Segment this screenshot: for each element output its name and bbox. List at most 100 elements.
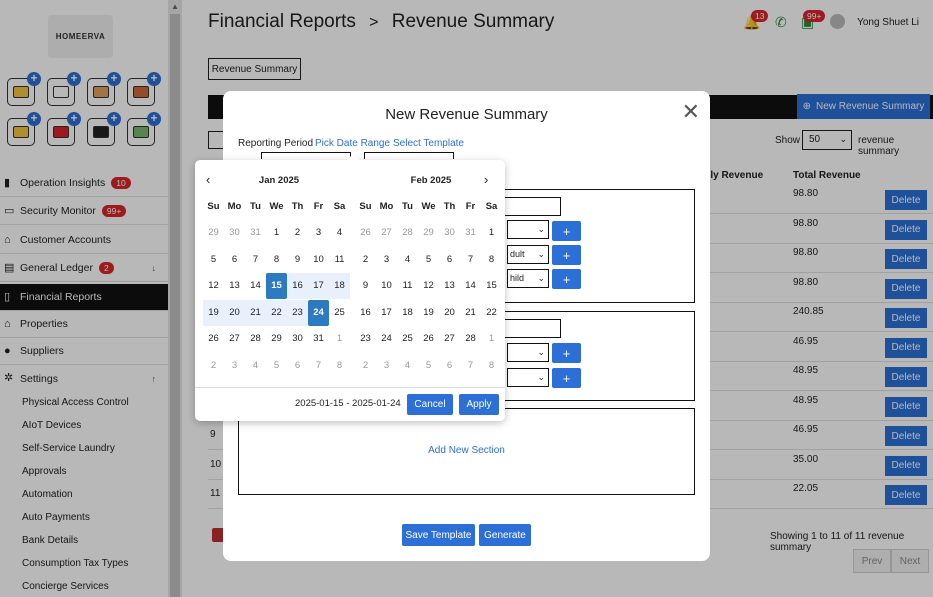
add-item-button[interactable]: + <box>552 343 581 363</box>
calendar-day[interactable]: 26 <box>203 326 224 352</box>
calendar-day[interactable]: 1 <box>266 220 287 246</box>
calendar-day[interactable]: 3 <box>376 353 397 379</box>
calendar-day[interactable]: 12 <box>203 273 224 299</box>
calendar-day[interactable]: 26 <box>418 326 439 352</box>
calendar-day[interactable]: 7 <box>245 247 266 273</box>
generate-button[interactable]: Generate <box>479 524 531 546</box>
calendar-day[interactable]: 8 <box>481 353 502 379</box>
item-select[interactable]: dult ⌄ <box>507 245 549 264</box>
calendar-day[interactable]: 25 <box>397 326 418 352</box>
calendar-day[interactable]: 5 <box>418 247 439 273</box>
calendar-day[interactable]: 5 <box>418 353 439 379</box>
item-select[interactable]: hild ⌄ <box>507 269 549 288</box>
calendar-day[interactable]: 10 <box>376 273 397 299</box>
calendar-day[interactable]: 17 <box>308 273 329 299</box>
calendar-day[interactable]: 2 <box>355 353 376 379</box>
calendar-day[interactable]: 27 <box>224 326 245 352</box>
calendar-day[interactable]: 8 <box>481 247 502 273</box>
add-item-button[interactable]: + <box>552 221 581 241</box>
calendar-day[interactable]: 1 <box>329 326 350 352</box>
calendar-day[interactable]: 21 <box>460 300 481 326</box>
item-select[interactable]: ⌄ <box>507 368 549 387</box>
calendar-day[interactable]: 7 <box>308 353 329 379</box>
calendar-day[interactable]: 1 <box>481 326 502 352</box>
calendar-day[interactable]: 21 <box>245 299 266 326</box>
item-select[interactable]: ⌄ <box>507 220 549 239</box>
calendar-day[interactable]: 22 <box>266 299 287 326</box>
calendar-day[interactable]: 18 <box>397 300 418 326</box>
calendar-day[interactable]: 3 <box>308 220 329 246</box>
calendar-day[interactable]: 13 <box>224 273 245 299</box>
select-template-link[interactable]: Select Template <box>393 138 464 149</box>
cancel-button[interactable]: Cancel <box>407 394 453 415</box>
calendar-day[interactable]: 20 <box>439 300 460 326</box>
calendar-day[interactable]: 14 <box>245 273 266 299</box>
calendar-day[interactable]: 24 <box>308 299 329 326</box>
calendar-day[interactable]: 19 <box>203 299 224 326</box>
add-item-button[interactable]: + <box>552 245 581 265</box>
calendar-day[interactable]: 4 <box>245 353 266 379</box>
calendar-day[interactable]: 3 <box>224 353 245 379</box>
calendar-day[interactable]: 14 <box>460 273 481 299</box>
calendar-day[interactable]: 15 <box>266 273 287 299</box>
calendar-day[interactable]: 30 <box>224 220 245 246</box>
calendar-day[interactable]: 7 <box>460 353 481 379</box>
calendar-day[interactable]: 6 <box>439 353 460 379</box>
calendar-day[interactable]: 29 <box>266 326 287 352</box>
calendar-day[interactable]: 17 <box>376 300 397 326</box>
calendar-day[interactable]: 27 <box>439 326 460 352</box>
period-end-input[interactable] <box>364 152 454 159</box>
calendar-day[interactable]: 30 <box>439 220 460 246</box>
apply-button[interactable]: Apply <box>459 394 499 415</box>
add-new-section-link[interactable]: Add New Section <box>223 445 710 456</box>
calendar-day[interactable]: 19 <box>418 300 439 326</box>
calendar-day[interactable]: 6 <box>287 353 308 379</box>
calendar-day[interactable]: 29 <box>203 220 224 246</box>
calendar-day[interactable]: 28 <box>245 326 266 352</box>
calendar-day[interactable]: 3 <box>376 247 397 273</box>
calendar-day[interactable]: 5 <box>203 247 224 273</box>
period-start-input[interactable] <box>261 152 351 159</box>
calendar-day[interactable]: 22 <box>481 300 502 326</box>
calendar-day[interactable]: 18 <box>329 273 350 299</box>
calendar-day[interactable]: 29 <box>418 220 439 246</box>
calendar-day[interactable]: 31 <box>245 220 266 246</box>
calendar-day[interactable]: 13 <box>439 273 460 299</box>
calendar-day[interactable]: 4 <box>397 247 418 273</box>
calendar-day[interactable]: 4 <box>329 220 350 246</box>
calendar-day[interactable]: 16 <box>355 300 376 326</box>
calendar-day[interactable]: 7 <box>460 247 481 273</box>
close-icon[interactable]: ✕ <box>682 101 700 123</box>
calendar-day[interactable]: 6 <box>439 247 460 273</box>
calendar-day[interactable]: 28 <box>460 326 481 352</box>
calendar-day[interactable]: 10 <box>308 247 329 273</box>
calendar-day[interactable]: 23 <box>287 299 308 326</box>
calendar-day[interactable]: 2 <box>355 247 376 273</box>
calendar-day[interactable]: 24 <box>376 326 397 352</box>
calendar-day[interactable]: 25 <box>329 300 350 326</box>
calendar-day[interactable]: 9 <box>287 247 308 273</box>
calendar-day[interactable]: 4 <box>397 353 418 379</box>
calendar-day[interactable]: 1 <box>481 220 502 246</box>
calendar-day[interactable]: 5 <box>266 353 287 379</box>
add-item-button[interactable]: + <box>552 368 581 388</box>
item-select[interactable]: ⌄ <box>507 343 549 362</box>
calendar-day[interactable]: 2 <box>287 220 308 246</box>
calendar-day[interactable]: 6 <box>224 247 245 273</box>
calendar-day[interactable]: 20 <box>224 299 245 326</box>
calendar-day[interactable]: 8 <box>266 247 287 273</box>
save-template-button[interactable]: Save Template <box>402 524 475 546</box>
calendar-day[interactable]: 2 <box>203 353 224 379</box>
calendar-day[interactable]: 23 <box>355 326 376 352</box>
calendar-day[interactable]: 8 <box>329 353 350 379</box>
add-item-button[interactable]: + <box>552 269 581 289</box>
calendar-day[interactable]: 9 <box>355 273 376 299</box>
calendar-day[interactable]: 31 <box>308 326 329 352</box>
calendar-day[interactable]: 15 <box>481 273 502 299</box>
calendar-day[interactable]: 27 <box>376 220 397 246</box>
calendar-day[interactable]: 26 <box>355 220 376 246</box>
calendar-day[interactable]: 28 <box>397 220 418 246</box>
pick-date-range-link[interactable]: Pick Date Range <box>315 138 390 149</box>
calendar-day[interactable]: 16 <box>287 273 308 299</box>
calendar-day[interactable]: 12 <box>418 273 439 299</box>
